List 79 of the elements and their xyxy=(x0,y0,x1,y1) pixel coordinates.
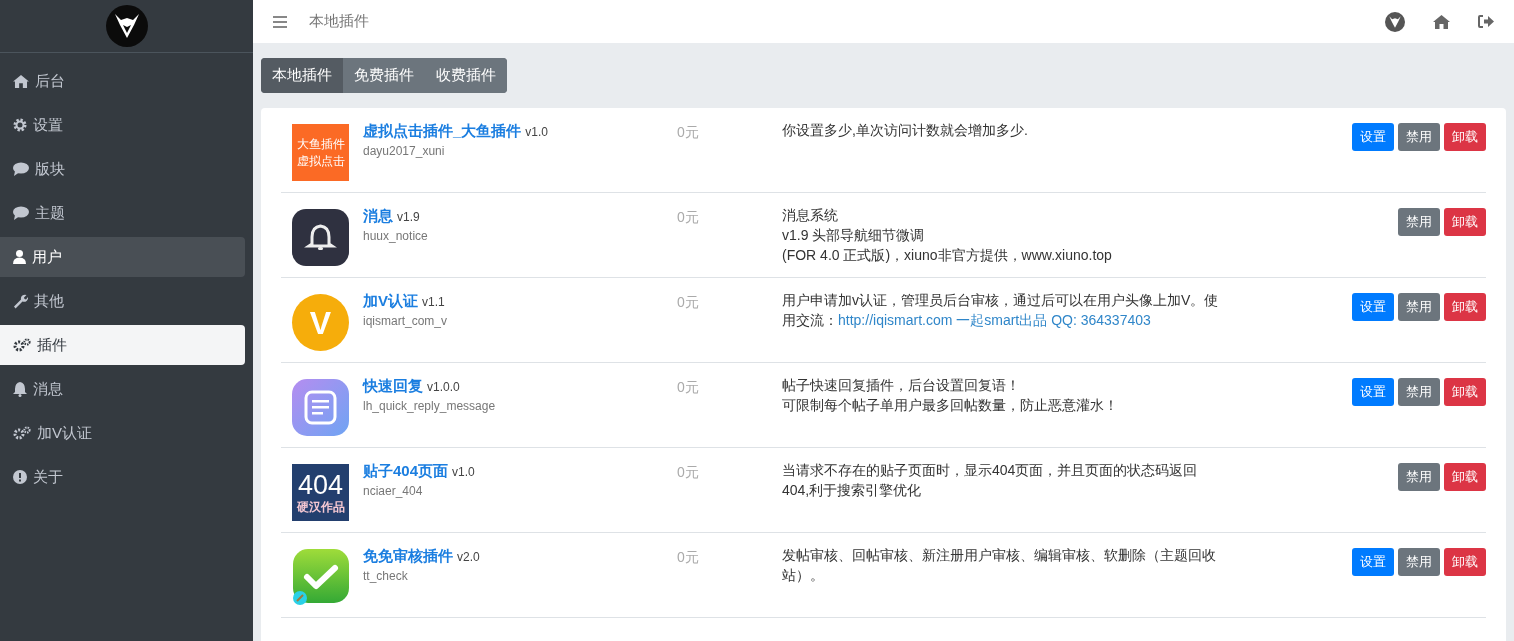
plugin-description: 用户申请加v认证，管理员后台审核，通过后可以在用户头像上加V。使用交流：http://iqismart.com 一起smart出品 QQ: 364337403 xyxy=(782,291,1220,330)
plugin-price: 0元 xyxy=(677,464,699,480)
sidebar-item[interactable]: 消息 xyxy=(0,369,245,409)
plugin-version: v2.0 xyxy=(457,549,480,566)
uninstall-button[interactable]: 卸载 xyxy=(1444,293,1486,321)
uninstall-button[interactable]: 卸载 xyxy=(1444,463,1486,491)
note-app-icon xyxy=(292,379,349,436)
contact-link[interactable]: http://iqismart.com 一起smart出品 QQ: 364337403 xyxy=(838,312,1151,328)
bell-app-icon xyxy=(292,209,349,266)
sign-out-icon[interactable] xyxy=(1478,15,1494,28)
plugin-description: 可限制每个帖子单用户最多回帖数量，防止恶意灌水！ xyxy=(782,396,1119,415)
uninstall-button[interactable]: 卸载 xyxy=(1444,548,1486,576)
plugin-price: 0元 xyxy=(677,379,699,395)
plugin-price: 0元 xyxy=(677,294,699,310)
settings-button[interactable]: 设置 xyxy=(1352,378,1394,406)
disable-button[interactable]: 禁用 xyxy=(1398,293,1440,321)
sidebar-item[interactable]: 主题 xyxy=(0,193,245,233)
plugin-slug: dayu2017_xuni xyxy=(363,142,446,159)
sidebar-item[interactable]: 用户 xyxy=(0,237,245,277)
plugin-name[interactable]: 消息 xyxy=(363,205,393,228)
plugin-description: (FOR 4.0 正式版)，xiuno非官方提供，www.xiuno.top xyxy=(782,246,1113,265)
plugin-slug: tt_check xyxy=(363,567,409,584)
plugin-logo: 404 硬汉作品 xyxy=(292,464,349,521)
plugin-name[interactable]: 快速回复 xyxy=(363,375,423,398)
plugin-slug: huux_notice xyxy=(363,227,429,244)
disable-button[interactable]: 禁用 xyxy=(1398,378,1440,406)
home-icon[interactable] xyxy=(1433,14,1450,29)
disable-button[interactable]: 禁用 xyxy=(1398,548,1440,576)
menu-icon[interactable] xyxy=(273,15,287,28)
plugin-price: 0元 xyxy=(677,124,699,140)
plugin-price: 0元 xyxy=(677,209,699,225)
plugin-name[interactable]: 虚拟点击插件_大鱼插件 xyxy=(363,120,522,143)
settings-button[interactable]: 设置 xyxy=(1352,293,1394,321)
plugin-version: v1.0 xyxy=(525,124,549,141)
sidebar-item[interactable]: 版块 xyxy=(0,149,245,189)
plugin-slug: nciaer_404 xyxy=(363,482,424,499)
disable-button[interactable]: 禁用 xyxy=(1398,123,1440,151)
plugin-version: v1.0.0 xyxy=(427,379,460,396)
sidebar-item[interactable]: 加V认证 xyxy=(0,413,245,453)
uninstall-button[interactable]: 卸载 xyxy=(1444,378,1486,406)
plugin-description: 当请求不存在的贴子页面时，显示404页面，并且页面的状态码返回404,利于搜索引擎优化 xyxy=(782,461,1199,500)
bell-icon xyxy=(13,381,27,397)
plugin-description: 帖子快速回复插件，后台设置回复语！ xyxy=(782,376,1021,395)
wrench-icon xyxy=(13,293,28,309)
plugin-description: 发帖审核、回帖审核、新注册用户审核、编辑审核、软删除（主题回收站）。 xyxy=(782,546,1217,585)
plugin-name[interactable]: 加V认证 xyxy=(363,290,418,313)
plugin-slug: lh_quick_reply_message xyxy=(363,397,497,414)
speech-bubble-icon xyxy=(13,162,29,176)
plugin-logo: 大鱼插件 虚拟点击 xyxy=(292,124,349,181)
sidebar-item[interactable]: 后台 xyxy=(0,61,245,101)
sidebar-item[interactable]: 关于 xyxy=(0,457,245,497)
uninstall-button[interactable]: 卸载 xyxy=(1444,208,1486,236)
page-title: 本地插件 xyxy=(309,11,369,32)
exclamation-circle-icon xyxy=(13,470,27,484)
settings-button[interactable]: 设置 xyxy=(1352,123,1394,151)
plugin-version: v1.1 xyxy=(422,294,445,311)
plugin-logo: V xyxy=(292,294,349,351)
gear-icon xyxy=(13,118,27,132)
uninstall-button[interactable]: 卸载 xyxy=(1444,123,1486,151)
speech-bubble-icon xyxy=(13,206,29,220)
disable-button[interactable]: 禁用 xyxy=(1398,463,1440,491)
plugin-version: v1.0 xyxy=(452,464,475,481)
sidebar-item[interactable]: 其他 xyxy=(0,281,245,321)
plugin-version: v1.9 xyxy=(397,209,420,226)
user-icon xyxy=(13,250,26,264)
check-app-icon xyxy=(292,549,349,606)
plugin-description: v1.9 头部导航细节微调 xyxy=(782,226,926,245)
sidebar-item[interactable]: 设置 xyxy=(0,105,245,145)
plugin-name[interactable]: 免免审核插件 xyxy=(363,545,453,568)
settings-button[interactable]: 设置 xyxy=(1352,548,1394,576)
plugin-slug: iqismart_com_v xyxy=(363,312,449,329)
sidebar-item[interactable]: 插件 xyxy=(0,325,245,365)
plugin-price: 0元 xyxy=(677,549,699,565)
plugin-name[interactable]: 贴子404页面 xyxy=(363,460,449,483)
tab[interactable]: 本地插件 xyxy=(261,58,343,93)
plugin-description: 消息系统 xyxy=(782,206,839,225)
home-icon xyxy=(13,74,29,88)
disable-button[interactable]: 禁用 xyxy=(1398,208,1440,236)
plugin-description: 你设置多少,单次访问计数就会增加多少. xyxy=(782,121,1029,140)
